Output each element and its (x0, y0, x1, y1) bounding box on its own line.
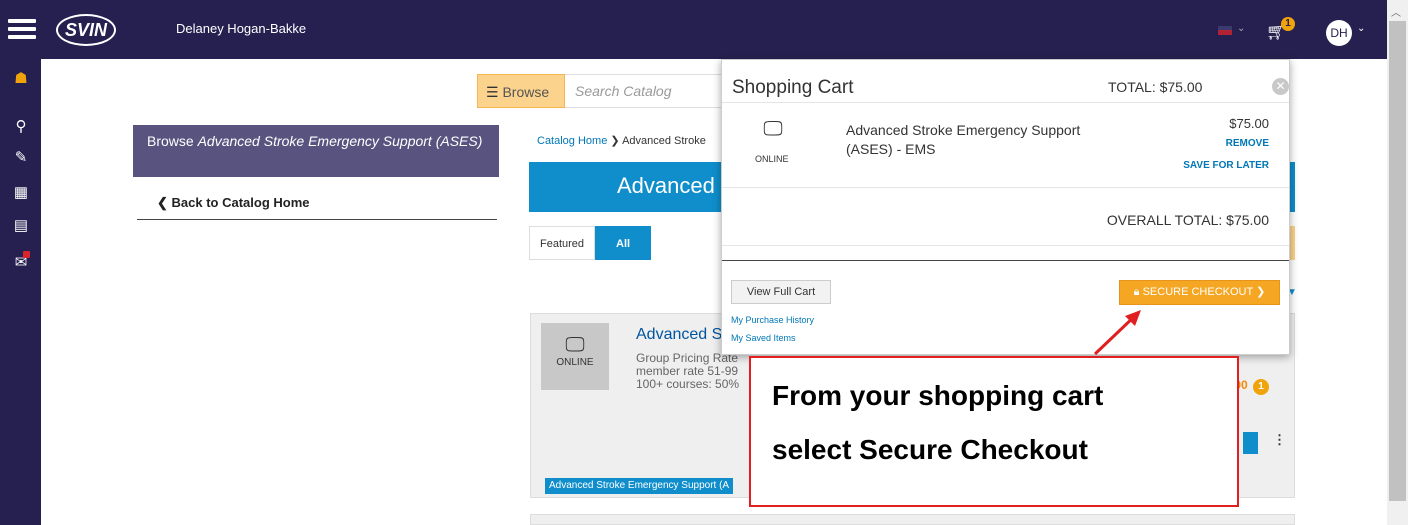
avatar[interactable]: DH (1326, 20, 1352, 46)
remove-button[interactable]: REMOVE (1197, 138, 1269, 149)
search-input[interactable]: Search Catalog (565, 74, 725, 108)
breadcrumb-home-link[interactable]: Catalog Home (537, 135, 607, 147)
us-flag-icon[interactable] (1218, 26, 1232, 35)
scroll-up-arrow-icon[interactable]: ︿ (1391, 4, 1401, 19)
catalog-tabs: Featured All (529, 226, 652, 260)
divider (722, 245, 1289, 246)
purchase-history-link[interactable]: My Purchase History (731, 315, 814, 325)
cart-count-badge: 1 (1281, 17, 1295, 31)
browse-prefix: Browse (147, 133, 194, 149)
chevron-down-icon[interactable]: ⌄ (1237, 23, 1245, 34)
cart-item-type: ONLINE (755, 154, 789, 164)
search-icon[interactable]: ⚲ (12, 117, 30, 135)
save-for-later-button[interactable]: SAVE FOR LATER (1157, 160, 1269, 171)
course-card (530, 514, 1295, 525)
list-icon: ☰ (486, 84, 503, 100)
course-thumbnail: 🖵︎ ONLINE (541, 323, 609, 390)
checkout-label: SECURE CHECKOUT (1142, 286, 1254, 298)
hamburger-menu-icon[interactable] (8, 19, 36, 39)
chevron-right-icon: ❯ (610, 135, 623, 147)
callout-text-line: select Secure Checkout (772, 434, 1088, 465)
course-type-label: ONLINE (556, 357, 594, 368)
divider (722, 260, 1289, 261)
divider (722, 187, 1289, 188)
catalog-icon[interactable]: ▦ (12, 183, 30, 201)
monitor-icon: 🖵︎ (763, 118, 783, 140)
view-full-cart-button[interactable]: View Full Cart (731, 280, 831, 304)
browse-category-name: Advanced Stroke Emergency Support (ASES) (197, 133, 483, 149)
course-title-link[interactable]: Advanced S (636, 326, 722, 344)
instruction-callout: From your shopping cart select Secure Ch… (749, 356, 1239, 507)
browse-button[interactable]: ☰ Browse (477, 74, 565, 108)
edit-icon[interactable]: ✎ (12, 148, 30, 166)
top-navbar: SVIN Delaney Hogan-Bakke ⌄ 🛒︎ 1 DH ⌄ (0, 0, 1387, 59)
breadcrumb: Catalog Home ❯ Advanced Stroke (537, 134, 706, 147)
tab-all[interactable]: All (595, 226, 652, 260)
cart-item-price: $75.00 (1229, 116, 1269, 131)
lock-icon: 🔒︎ (1133, 286, 1143, 298)
home-icon[interactable]: ☗ (12, 69, 30, 87)
browse-category-header: Browse Advanced Stroke Emergency Support… (133, 125, 499, 177)
monitor-icon: 🖵︎ (565, 334, 585, 356)
overall-total: OVERALL TOTAL: $75.00 (1106, 212, 1269, 228)
callout-text-line: From your shopping cart (772, 380, 1104, 411)
breadcrumb-current: Advanced Stroke (622, 135, 706, 147)
cart-item-name: Advanced Stroke Emergency Support (ASES)… (846, 122, 1081, 157)
scrollbar-thumb[interactable] (1389, 21, 1406, 501)
browse-label: Browse (502, 84, 550, 100)
svin-logo[interactable]: SVIN (56, 14, 116, 46)
back-to-catalog-link[interactable]: ❮ Back to Catalog Home (137, 190, 497, 220)
chevron-right-icon: ❯ (1253, 286, 1266, 298)
cart-title: Shopping Cart (732, 77, 854, 98)
course-description: Group Pricing Rate member rate 51-99 100… (636, 352, 739, 391)
cart-total: TOTAL: $75.00 (1108, 79, 1203, 95)
course-desc-line: 100+ courses: 50% (636, 377, 740, 391)
saved-items-link[interactable]: My Saved Items (731, 333, 796, 343)
tab-featured[interactable]: Featured (529, 226, 596, 260)
calendar-icon[interactable]: ▤ (12, 216, 30, 234)
back-link-label: Back to Catalog Home (171, 195, 310, 210)
close-icon[interactable]: ✕ (1272, 78, 1289, 95)
add-to-cart-button[interactable] (1243, 432, 1258, 454)
more-options-icon[interactable]: ⋮ (1273, 432, 1286, 448)
user-name: Delaney Hogan-Bakke (176, 21, 307, 36)
chevron-down-icon[interactable]: ⌄ (1357, 23, 1365, 34)
course-category-tag[interactable]: Advanced Stroke Emergency Support (A (545, 478, 734, 494)
notification-dot (23, 251, 30, 258)
course-badge: 1 (1253, 379, 1270, 395)
secure-checkout-button[interactable]: 🔒︎ SECURE CHECKOUT ❯ (1119, 280, 1280, 305)
shopping-cart-dropdown: Shopping Cart TOTAL: $75.00 ✕ 🖵︎ ONLINE … (721, 59, 1290, 355)
chevron-left-icon: ❮ (157, 195, 168, 210)
divider (722, 102, 1289, 103)
callout-arrow (1093, 310, 1141, 356)
